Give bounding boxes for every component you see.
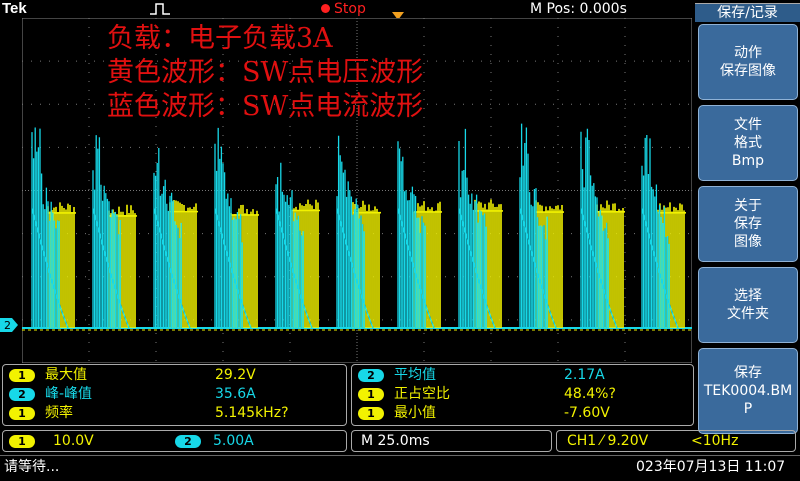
measurement-value: 2.17A [564, 367, 605, 383]
menu-button-label: 关于 保存 图像 [734, 198, 762, 250]
measurements-left: 1 最大值 29.2V 2 峰-峰值 35.6A 1 频率 5.145kHz? [2, 364, 347, 426]
ch2-badge: 2 [175, 435, 201, 448]
ch2-badge: 2 [358, 369, 384, 382]
file-format-button[interactable]: 文件 格式 Bmp [698, 105, 798, 181]
annotation-line-1: 负载：电子负载3A [107, 23, 333, 54]
measurement-row: 1 最小值 -7.60V [352, 404, 693, 423]
annotation-text: 负载：电子负载3A 黄色波形：SW点电压波形 蓝色波形：SW点电流波形 [107, 22, 423, 124]
trigger-setting: CH1 ⁄ 9.20V [567, 433, 649, 449]
select-folder-button[interactable]: 选择 文件夹 [698, 267, 798, 343]
horizontal-position: M Pos: 0.000s [530, 1, 627, 17]
ch2-badge: 2 [9, 388, 35, 401]
menu-button-label: 选择 文件夹 [727, 288, 769, 322]
timebase: M 25.0ms [361, 433, 430, 449]
date-time: 023年07月13日 11:07 [636, 459, 786, 475]
measurements-right: 2 平均值 2.17A 1 正占空比 48.4%? 1 最小值 -7.60V [351, 364, 694, 426]
measurement-label: 平均值 [394, 367, 436, 383]
about-save-image-button[interactable]: 关于 保存 图像 [698, 186, 798, 262]
acquire-pulse-icon [150, 3, 170, 15]
ch2-marker-label: 2 [4, 319, 11, 332]
ch2-ground-marker-icon[interactable]: 2 [0, 318, 18, 332]
measurement-label: 最小值 [394, 405, 436, 421]
measurement-panel: 1 最大值 29.2V 2 峰-峰值 35.6A 1 频率 5.145kHz? … [0, 364, 695, 428]
measurement-row: 1 最大值 29.2V [3, 366, 346, 385]
menu-button-label: 保存 TEK0004.BM P [703, 365, 793, 417]
menu-button-label: 文件 格式 Bmp [731, 117, 765, 169]
ch1-badge: 1 [358, 407, 384, 420]
measurement-label: 频率 [45, 405, 73, 421]
annotation-line-2: 黄色波形：SW点电压波形 [107, 57, 424, 88]
top-status-bar: Tek Stop M Pos: 0.000s T [0, 0, 695, 38]
ch1-badge: 1 [9, 435, 35, 448]
measurement-label: 峰-峰值 [45, 386, 93, 402]
trigger-box[interactable]: CH1 ⁄ 9.20V <10Hz [556, 430, 796, 452]
measurement-value: 5.145kHz? [215, 405, 289, 421]
measurement-label: 正占空比 [394, 386, 450, 402]
measurement-row: 2 峰-峰值 35.6A [3, 385, 346, 404]
stop-indicator-icon [321, 4, 330, 13]
brand-logo: Tek [2, 0, 27, 17]
measurement-label: 最大值 [45, 367, 87, 383]
measurement-value: 29.2V [215, 367, 256, 383]
menu-button-label: 动作 保存图像 [720, 45, 776, 79]
timebase-box[interactable]: M 25.0ms [351, 430, 552, 452]
save-file-button[interactable]: 保存 TEK0004.BM P [698, 348, 798, 434]
annotation-line-3: 蓝色波形：SW点电流波形 [107, 91, 424, 122]
measurement-row: 2 平均值 2.17A [352, 366, 693, 385]
ch1-badge: 1 [9, 369, 35, 382]
ch1-badge: 1 [358, 388, 384, 401]
measurement-row: 1 正占空比 48.4%? [352, 385, 693, 404]
ch1-scale: 10.0V [53, 433, 94, 449]
trigger-frequency: <10Hz [691, 433, 739, 449]
measurement-value: 48.4%? [564, 386, 616, 402]
ch1-badge: 1 [9, 407, 35, 420]
measurement-value: 35.6A [215, 386, 256, 402]
run-state: Stop [334, 1, 366, 17]
channel-status-bar: 1 10.0V 2 5.00A M 25.0ms CH1 ⁄ 9.20V <10… [0, 430, 796, 454]
measurement-value: -7.60V [564, 405, 610, 421]
side-menu: 保存/记录 动作 保存图像 文件 格式 Bmp 关于 保存 图像 选择 文件夹 … [695, 0, 800, 480]
action-save-image-button[interactable]: 动作 保存图像 [698, 24, 798, 100]
menu-title: 保存/记录 [695, 3, 800, 22]
status-message: 请等待... [4, 459, 60, 475]
vertical-scale-box[interactable]: 1 10.0V 2 5.00A [2, 430, 347, 452]
measurement-row: 1 频率 5.145kHz? [3, 404, 346, 423]
ch2-scale: 5.00A [213, 433, 254, 449]
message-bar: 请等待... 023年07月13日 11:07 [0, 455, 800, 481]
